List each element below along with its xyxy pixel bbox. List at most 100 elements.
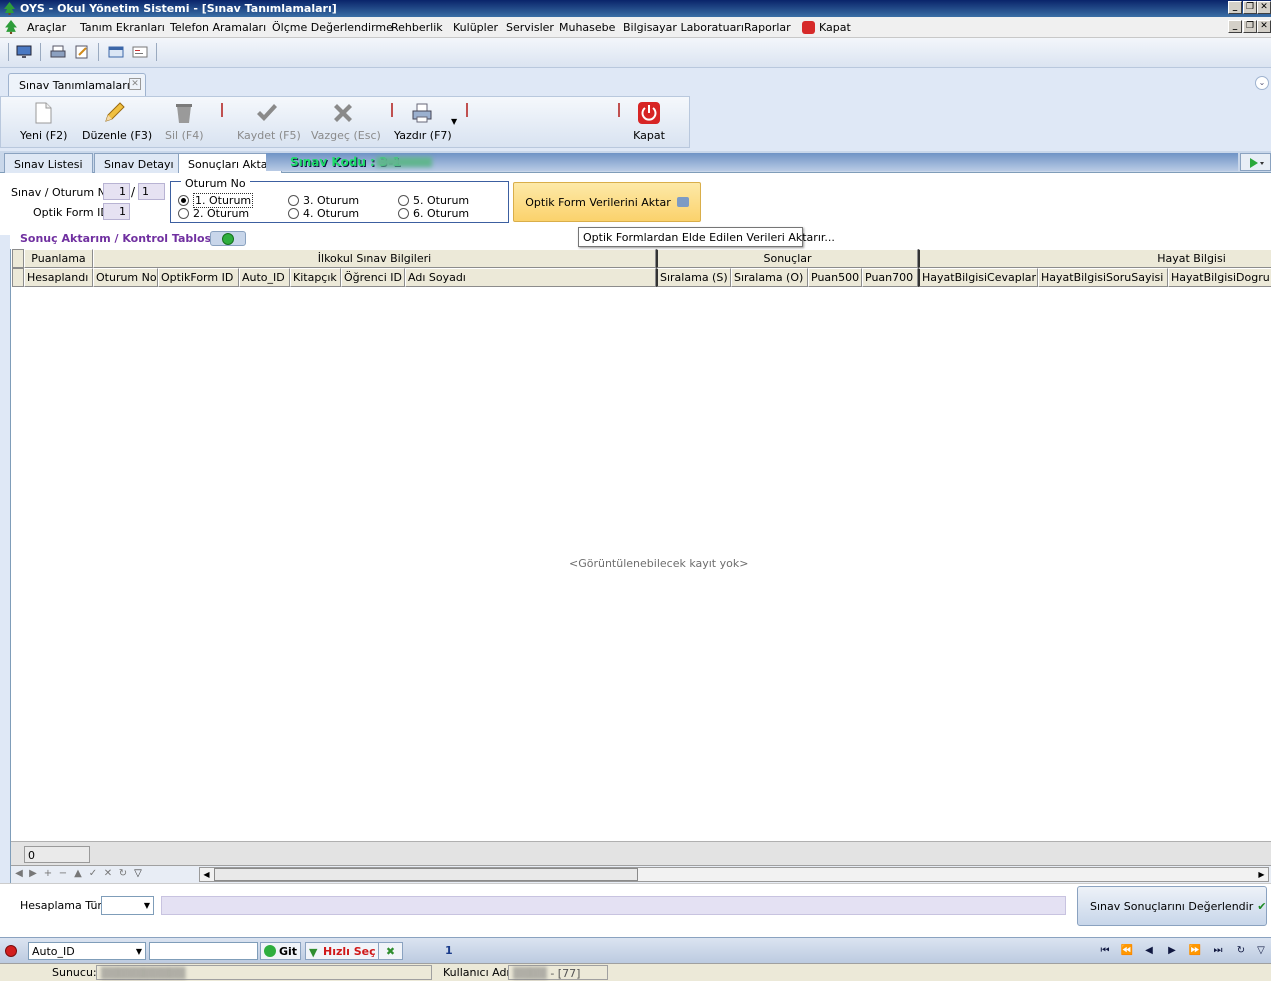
- mdi-close-button[interactable]: ✕: [1257, 20, 1271, 33]
- menu-tanim-ekranlari[interactable]: Tanım Ekranları: [80, 21, 165, 34]
- col-kitapcik[interactable]: Kitapçık: [290, 268, 341, 287]
- radio-oturum-2[interactable]: 2. Oturum: [178, 207, 249, 220]
- refresh-icon[interactable]: ↻: [1231, 943, 1251, 959]
- menu-olcme-degerlendirme[interactable]: Ölçme Değerlendirme: [272, 21, 393, 34]
- separator: [98, 43, 99, 61]
- band-sonuclar[interactable]: Sonuçlar: [656, 249, 918, 268]
- radio-oturum-5[interactable]: 5. Oturum: [398, 194, 469, 207]
- post-record-icon[interactable]: ✓: [87, 868, 99, 880]
- cancel-button[interactable]: Vazgeç (Esc): [311, 101, 381, 142]
- scroll-right-icon[interactable]: ▶: [1255, 868, 1268, 881]
- search-input[interactable]: [149, 942, 258, 960]
- last-page-icon[interactable]: ⏭: [1208, 943, 1228, 959]
- menu-bilgisayar-laboratuari[interactable]: Bilgisayar Laboratuarı: [623, 21, 744, 34]
- horizontal-scrollbar[interactable]: ◀ ▶: [199, 867, 1269, 882]
- oturum-group-legend: Oturum No: [181, 177, 250, 190]
- close-icon[interactable]: ✕: [129, 78, 141, 90]
- col-puan500[interactable]: Puan500: [808, 268, 862, 287]
- col-oturum-no[interactable]: Oturum No: [93, 268, 158, 287]
- delete-record-icon[interactable]: −: [57, 868, 69, 880]
- scroll-thumb[interactable]: [214, 868, 638, 881]
- user-id: - [77]: [550, 967, 581, 980]
- chevron-down-icon: ▼: [135, 947, 142, 956]
- cancel-record-icon[interactable]: ✕: [102, 868, 114, 880]
- minimize-button[interactable]: _: [1228, 1, 1242, 14]
- next-fast-icon[interactable]: ⏩: [1185, 943, 1205, 959]
- quick-select-button[interactable]: ▼ Hızlı Seç: [305, 942, 380, 960]
- menu-muhasebe[interactable]: Muhasebe: [559, 21, 615, 34]
- optik-form-aktar-button[interactable]: Optik Form Verilerini Aktar: [513, 182, 701, 222]
- radio-oturum-1[interactable]: 1. Oturum: [178, 193, 254, 208]
- col-adi-soyadi[interactable]: Adı Soyadı: [405, 268, 656, 287]
- move-up-icon[interactable]: ▲: [72, 868, 84, 880]
- next-record-icon[interactable]: ▶: [27, 868, 39, 880]
- tab-sinav-tanimlamalari[interactable]: Sınav Tanımlamaları ✕: [8, 73, 146, 96]
- menu-kapat[interactable]: Kapat: [819, 21, 851, 34]
- print-button[interactable]: Yazdır (F7): [394, 101, 452, 142]
- menu-araclar[interactable]: Araçlar: [27, 21, 66, 34]
- menu-raporlar[interactable]: Raporlar: [744, 21, 791, 34]
- col-siralama-s[interactable]: Sıralama (S): [656, 268, 731, 287]
- mdi-restore-button[interactable]: ❐: [1243, 20, 1257, 33]
- dropdown-arrow-icon[interactable]: ▼: [451, 117, 457, 126]
- clear-filter-button[interactable]: ✖: [378, 942, 403, 960]
- next-page-icon[interactable]: ▶: [1162, 943, 1182, 959]
- chevron-down-icon[interactable]: ⌄: [1255, 76, 1269, 90]
- menu-rehberlik[interactable]: Rehberlik: [391, 21, 443, 34]
- filter-icon[interactable]: ▽: [132, 868, 144, 880]
- radio-icon: [288, 208, 299, 219]
- list-window-icon[interactable]: [132, 45, 148, 59]
- col-hayatbilgisi-soru-sayisi[interactable]: HayatBilgisiSoruSayisi: [1038, 268, 1168, 287]
- new-button[interactable]: Yeni (F2): [20, 101, 67, 142]
- degerlendir-button[interactable]: Sınav Sonuçlarını Değerlendir ✔: [1077, 886, 1267, 926]
- menu-telefon-aramalari[interactable]: Telefon Aramaları: [170, 21, 266, 34]
- col-hayatbilgisi-dogru[interactable]: HayatBilgisiDogru: [1168, 268, 1271, 287]
- menu-servisler[interactable]: Servisler: [506, 21, 554, 34]
- optik-form-id-field[interactable]: 1: [103, 203, 130, 220]
- save-button[interactable]: Kaydet (F5): [237, 101, 301, 142]
- refresh-button[interactable]: [210, 231, 246, 246]
- filter-icon[interactable]: ▽: [1251, 943, 1271, 959]
- oturum-no-field[interactable]: 1: [138, 183, 165, 200]
- delete-button[interactable]: Sil (F4): [165, 101, 204, 142]
- refresh-records-icon[interactable]: ↻: [117, 868, 129, 880]
- play-icon[interactable]: [1240, 153, 1271, 171]
- first-record-icon[interactable]: ◀: [13, 868, 25, 880]
- radio-oturum-3[interactable]: 3. Oturum: [288, 194, 359, 207]
- prev-page-icon[interactable]: ◀: [1139, 943, 1159, 959]
- band-puanlama[interactable]: Puanlama: [24, 249, 93, 268]
- scroll-left-icon[interactable]: ◀: [200, 868, 213, 881]
- col-ogrenci-id[interactable]: Öğrenci ID: [341, 268, 405, 287]
- radio-oturum-6[interactable]: 6. Oturum: [398, 207, 469, 220]
- col-optikform-id[interactable]: OptikForm ID: [158, 268, 239, 287]
- menu-kulupler[interactable]: Kulüpler: [453, 21, 498, 34]
- add-record-icon[interactable]: +: [42, 868, 54, 880]
- col-hayatbilgisi-cevaplar[interactable]: HayatBilgisiCevaplar: [918, 268, 1038, 287]
- prev-fast-icon[interactable]: ⏪: [1117, 943, 1137, 959]
- hesaplama-turu-select[interactable]: ▼: [101, 896, 154, 915]
- band-hayat-bilgisi[interactable]: Hayat Bilgisi: [918, 249, 1271, 268]
- close-button-label: Kapat: [633, 129, 665, 142]
- restore-button[interactable]: ❐: [1243, 1, 1257, 14]
- tab-sinav-detayi[interactable]: Sınav Detayı: [94, 153, 184, 173]
- col-puan700[interactable]: Puan700: [862, 268, 918, 287]
- sinav-no-field[interactable]: 1: [103, 183, 130, 200]
- printer-icon[interactable]: [50, 45, 66, 59]
- monitor-icon[interactable]: [16, 45, 32, 59]
- oturum-no-label: Sınav / Oturum No: [11, 186, 113, 199]
- col-hesaplandi[interactable]: Hesaplandı: [24, 268, 93, 287]
- close-button[interactable]: Kapat: [629, 101, 669, 142]
- field-select[interactable]: Auto_ID ▼: [28, 942, 146, 960]
- edit-document-icon[interactable]: [74, 45, 90, 59]
- go-button[interactable]: Git: [260, 942, 302, 960]
- mdi-minimize-button[interactable]: _: [1228, 20, 1242, 33]
- col-auto-id[interactable]: Auto_ID: [239, 268, 290, 287]
- band-ilkokul-sinav-bilgileri[interactable]: İlkokul Sınav Bilgileri: [93, 249, 656, 268]
- first-page-icon[interactable]: ⏮: [1095, 943, 1115, 959]
- window-icon[interactable]: [108, 45, 124, 59]
- radio-oturum-4[interactable]: 4. Oturum: [288, 207, 359, 220]
- close-window-button[interactable]: ✕: [1257, 1, 1271, 14]
- edit-button[interactable]: Düzenle (F3): [82, 101, 152, 142]
- tab-sinav-listesi[interactable]: Sınav Listesi: [4, 153, 93, 173]
- col-siralama-o[interactable]: Sıralama (O): [731, 268, 808, 287]
